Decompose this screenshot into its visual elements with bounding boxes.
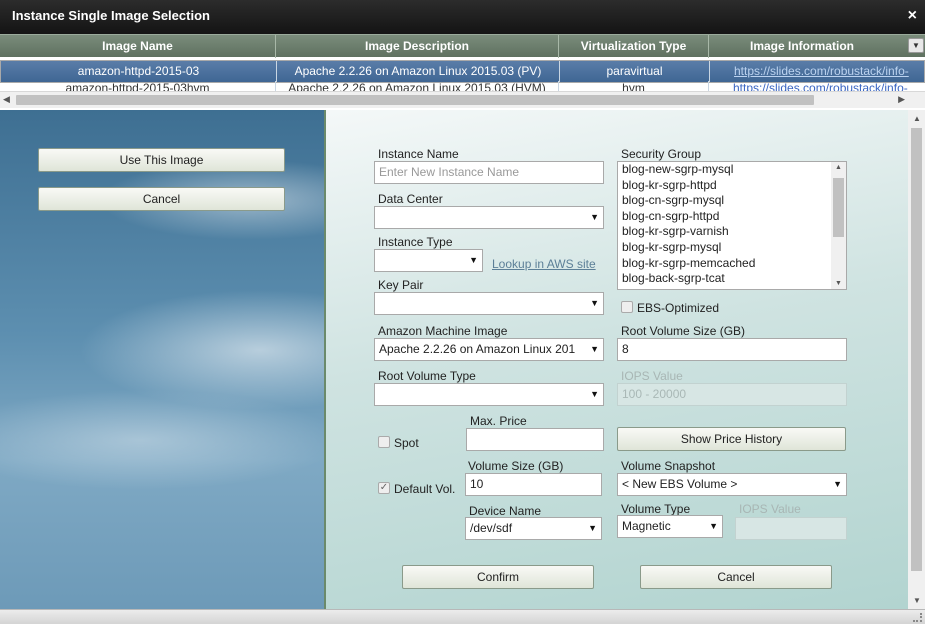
- device-name-label: Device Name: [469, 504, 542, 518]
- sky-background-image: Use This Image Cancel: [0, 110, 324, 609]
- instance-name-input[interactable]: Enter New Instance Name: [374, 161, 604, 184]
- table-row[interactable]: amazon-httpd-2015-03 Apache 2.2.26 on Am…: [0, 60, 925, 83]
- volume-iops-label: IOPS Value: [739, 502, 801, 516]
- scroll-up-icon[interactable]: ▲: [913, 114, 921, 123]
- chevron-down-icon: ▼: [590, 298, 599, 308]
- window-titlebar: Instance Single Image Selection ×: [0, 0, 925, 34]
- image-info-link[interactable]: https://slides.com/robustack/info-: [733, 81, 908, 91]
- lookup-aws-link[interactable]: Lookup in AWS site: [492, 257, 596, 271]
- column-header-image-name[interactable]: Image Name: [0, 35, 276, 58]
- volume-size-label: Volume Size (GB): [468, 459, 564, 473]
- volume-type-label: Volume Type: [621, 502, 691, 516]
- ami-select[interactable]: Apache 2.2.26 on Amazon Linux 201 ▼: [374, 338, 604, 361]
- close-icon[interactable]: ×: [908, 0, 917, 32]
- scroll-up-icon[interactable]: ▲: [835, 164, 842, 171]
- listbox-scrollbar[interactable]: ▲ ▼: [831, 162, 846, 289]
- scroll-down-icon[interactable]: ▼: [835, 280, 842, 287]
- data-center-select[interactable]: ▼: [374, 206, 604, 229]
- list-item[interactable]: blog-kr-sgrp-mysql: [618, 240, 846, 256]
- default-vol-checkbox[interactable]: ✓: [378, 482, 390, 494]
- device-name-select[interactable]: /dev/sdf ▼: [465, 517, 602, 540]
- volume-snapshot-label: Volume Snapshot: [621, 459, 716, 473]
- volume-size-input[interactable]: 10: [465, 473, 602, 496]
- side-cancel-button[interactable]: Cancel: [38, 187, 285, 211]
- scroll-left-icon[interactable]: ◀: [3, 94, 10, 105]
- show-price-history-button[interactable]: Show Price History: [617, 427, 846, 451]
- scroll-thumb[interactable]: [16, 95, 814, 105]
- security-group-list[interactable]: blog-new-sgrp-mysql blog-kr-sgrp-httpd b…: [617, 161, 847, 290]
- ebs-optimized-checkbox[interactable]: [621, 301, 633, 313]
- ebs-optimized-label: EBS-Optimized: [637, 301, 720, 315]
- root-volume-size-input[interactable]: 8: [617, 338, 847, 361]
- volume-snapshot-select[interactable]: < New EBS Volume > ▼: [617, 473, 847, 496]
- scroll-down-icon[interactable]: ▼: [913, 596, 921, 605]
- ami-label: Amazon Machine Image: [378, 324, 508, 338]
- table-row[interactable]: amazon-httpd-2015-03hvm Apache 2.2.26 on…: [0, 81, 925, 91]
- key-pair-label: Key Pair: [378, 278, 424, 292]
- grid-header: Image Name Image Description Virtualizat…: [0, 34, 925, 58]
- spot-checkbox[interactable]: [378, 436, 390, 448]
- list-item[interactable]: blog-kr-sgrp-httpd: [618, 178, 846, 194]
- iops-input[interactable]: 100 - 20000: [617, 383, 847, 406]
- key-pair-select[interactable]: ▼: [374, 292, 604, 315]
- chevron-down-icon: ▼: [709, 521, 718, 531]
- root-volume-type-select[interactable]: ▼: [374, 383, 604, 406]
- cancel-button[interactable]: Cancel: [640, 565, 832, 589]
- resize-grip-icon[interactable]: [913, 613, 922, 622]
- confirm-button[interactable]: Confirm: [402, 565, 594, 589]
- max-price-label: Max. Price: [470, 414, 527, 428]
- use-this-image-button[interactable]: Use This Image: [38, 148, 285, 172]
- chevron-down-icon: ▼: [590, 212, 599, 222]
- security-group-label: Security Group: [621, 147, 702, 161]
- list-item[interactable]: blog-kr-sgrp-memcached: [618, 256, 846, 272]
- list-item[interactable]: blog-back-sgrp-tcat: [618, 271, 846, 287]
- cell-image-description: Apache 2.2.26 on Amazon Linux 2015.03 (P…: [277, 61, 560, 82]
- scroll-thumb[interactable]: [833, 178, 844, 237]
- scroll-right-icon[interactable]: ▶: [898, 94, 905, 105]
- spot-label: Spot: [394, 436, 419, 450]
- status-bar: [0, 609, 925, 624]
- chevron-down-icon: ▼: [469, 255, 478, 265]
- instance-type-select[interactable]: ▼: [374, 249, 483, 272]
- chevron-down-icon: ▼: [590, 344, 599, 354]
- instance-name-label: Instance Name: [378, 147, 459, 161]
- horizontal-scrollbar[interactable]: ◀ ▶: [0, 91, 925, 108]
- cell-image-description: Apache 2.2.26 on Amazon Linux 2015.03 (H…: [276, 81, 559, 91]
- image-info-link[interactable]: https://slides.com/robustack/info-: [734, 64, 909, 78]
- max-price-input[interactable]: [466, 428, 604, 451]
- column-header-image-description[interactable]: Image Description: [276, 35, 559, 58]
- column-menu-icon[interactable]: ▼: [908, 38, 924, 53]
- default-vol-label: Default Vol.: [394, 482, 456, 496]
- cell-image-name: amazon-httpd-2015-03hvm: [0, 81, 276, 91]
- cell-image-name: amazon-httpd-2015-03: [1, 61, 277, 82]
- data-center-label: Data Center: [378, 192, 443, 206]
- volume-iops-input[interactable]: [735, 517, 847, 540]
- root-volume-type-label: Root Volume Type: [378, 369, 476, 383]
- image-grid: Image Name Image Description Virtualizat…: [0, 34, 925, 110]
- list-item[interactable]: blog-cn-sgrp-mysql: [618, 193, 846, 209]
- cell-virtualization-type: hvm: [559, 81, 709, 91]
- list-item[interactable]: blog-new-sgrp-mysql: [618, 162, 846, 178]
- chevron-down-icon: ▼: [590, 389, 599, 399]
- column-header-image-information[interactable]: Image Information: [709, 35, 925, 58]
- list-item[interactable]: blog-kr-sgrp-varnish: [618, 224, 846, 240]
- root-volume-size-label: Root Volume Size (GB): [621, 324, 746, 338]
- column-header-virtualization-type[interactable]: Virtualization Type: [559, 35, 709, 58]
- vertical-scrollbar[interactable]: ▲ ▼: [908, 110, 925, 609]
- chevron-down-icon: ▼: [588, 523, 597, 533]
- chevron-down-icon: ▼: [833, 479, 842, 489]
- instance-type-label: Instance Type: [378, 235, 453, 249]
- window-title: Instance Single Image Selection: [12, 8, 210, 23]
- cell-virtualization-type: paravirtual: [560, 61, 710, 82]
- list-item[interactable]: blog-cn-sgrp-httpd: [618, 209, 846, 225]
- volume-type-select[interactable]: Magnetic ▼: [617, 515, 723, 538]
- scroll-thumb[interactable]: [911, 128, 922, 571]
- iops-label: IOPS Value: [621, 369, 683, 383]
